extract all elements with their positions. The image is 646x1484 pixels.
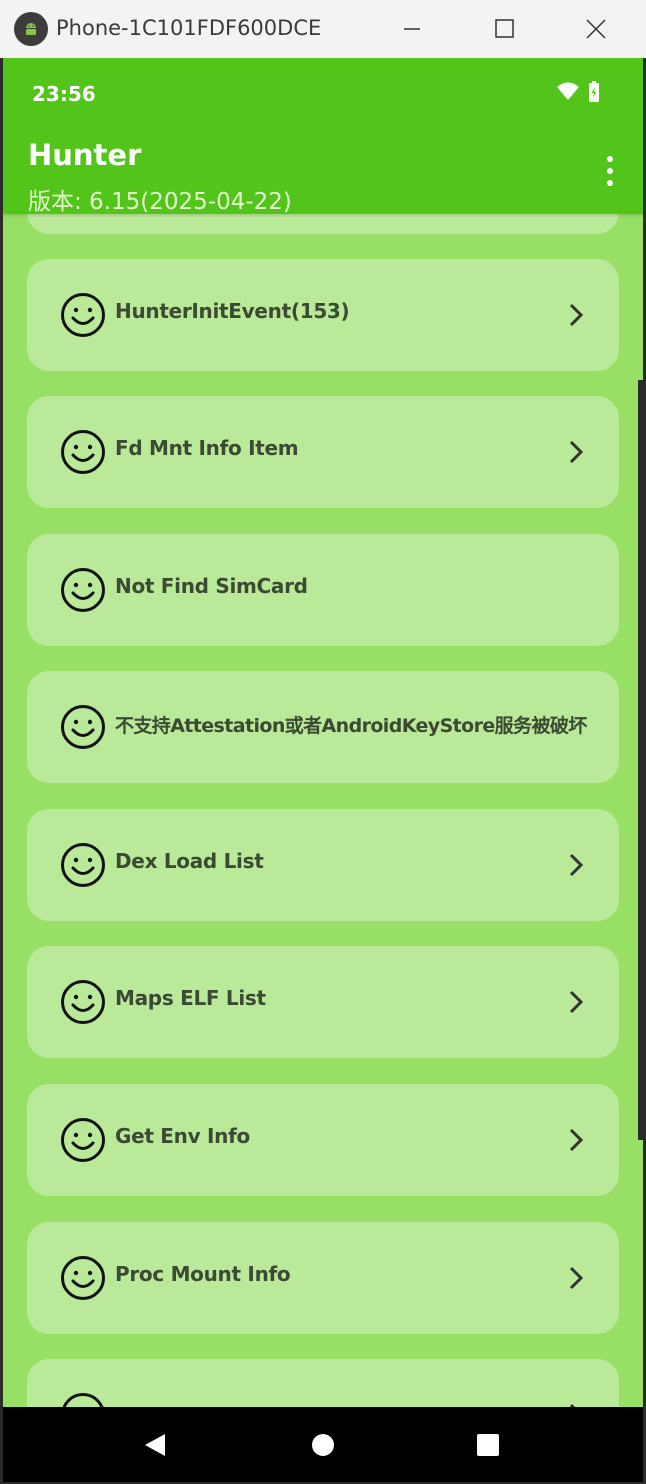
window-titlebar: Phone-1C101FDF600DCE bbox=[0, 0, 646, 58]
list-item-label: Proc Mount Info bbox=[115, 1262, 291, 1286]
home-button[interactable] bbox=[309, 1431, 337, 1459]
window-edge bbox=[638, 380, 646, 1140]
list-item-proc-mount-info[interactable]: Proc Mount Info bbox=[27, 1222, 619, 1334]
chevron-right-icon bbox=[569, 303, 584, 327]
system-navigation-bar bbox=[3, 1407, 643, 1482]
smile-icon bbox=[61, 705, 105, 749]
window-title: Phone-1C101FDF600DCE bbox=[56, 16, 322, 40]
list-item-maps-elf-list[interactable]: Maps ELF List bbox=[27, 946, 619, 1058]
android-app-icon bbox=[14, 12, 48, 46]
phone-screen: 23:56 Hunter 版本: 6.15(2025-04-22) Hunter… bbox=[3, 58, 643, 1482]
back-button[interactable] bbox=[141, 1431, 169, 1459]
more-options-icon[interactable] bbox=[601, 154, 619, 188]
status-icons bbox=[557, 81, 599, 102]
chevron-right-icon bbox=[569, 1266, 584, 1290]
chevron-right-icon bbox=[569, 990, 584, 1014]
list-item-not-find-simcard[interactable]: Not Find SimCard bbox=[27, 534, 619, 646]
close-button[interactable] bbox=[576, 12, 616, 46]
list-item-label: Get Env Info bbox=[115, 1124, 250, 1148]
app-title: Hunter bbox=[28, 138, 142, 172]
chevron-right-icon bbox=[569, 1128, 584, 1152]
maximize-button[interactable] bbox=[484, 12, 524, 46]
list-item-label: HunterInitEvent(153) bbox=[115, 299, 350, 323]
android-icon bbox=[26, 23, 36, 35]
list-item-hunter-init-event[interactable]: HunterInitEvent(153) bbox=[27, 259, 619, 371]
list-item-attestation[interactable]: 不支持Attestation或者AndroidKeyStore服务被破坏 bbox=[27, 671, 619, 783]
smile-icon bbox=[61, 1118, 105, 1162]
list-item-label: Maps ELF List bbox=[115, 986, 266, 1010]
list-item-dex-load-list[interactable]: Dex Load List bbox=[27, 809, 619, 921]
smile-icon bbox=[61, 568, 105, 612]
list-item-label: 不支持Attestation或者AndroidKeyStore服务被破坏 bbox=[115, 715, 587, 737]
list-item-label: Dex Load List bbox=[115, 849, 264, 873]
list-item-get-env-info[interactable]: Get Env Info bbox=[27, 1084, 619, 1196]
status-time: 23:56 bbox=[32, 82, 96, 106]
chevron-right-icon bbox=[569, 853, 584, 877]
app-version: 版本: 6.15(2025-04-22) bbox=[28, 189, 292, 215]
wifi-icon bbox=[557, 82, 579, 100]
recent-apps-button[interactable] bbox=[475, 1432, 501, 1458]
smile-icon bbox=[61, 843, 105, 887]
list-item-fd-mnt-info[interactable]: Fd Mnt Info Item bbox=[27, 396, 619, 508]
list-item-label: Not Find SimCard bbox=[115, 574, 308, 598]
minimize-button[interactable] bbox=[392, 12, 432, 46]
smile-icon bbox=[61, 293, 105, 337]
smile-icon bbox=[61, 430, 105, 474]
app-bar: 23:56 Hunter 版本: 6.15(2025-04-22) bbox=[3, 58, 643, 215]
chevron-right-icon bbox=[569, 440, 584, 464]
smile-icon bbox=[61, 980, 105, 1024]
list-item-label: Fd Mnt Info Item bbox=[115, 436, 299, 460]
smile-icon bbox=[61, 1256, 105, 1300]
